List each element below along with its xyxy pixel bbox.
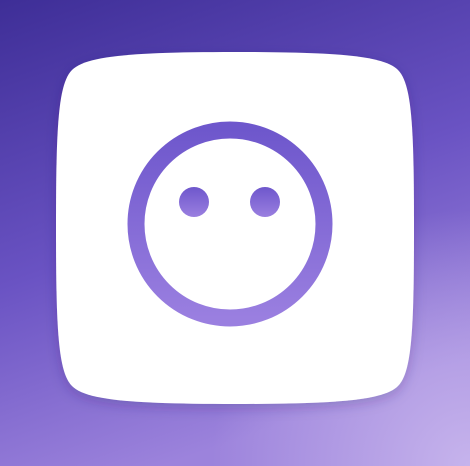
app-icon-wallpaper — [0, 0, 470, 466]
smiley-face-icon — [56, 52, 414, 404]
app-icon-button[interactable] — [0, 0, 470, 466]
right-eye — [250, 187, 280, 217]
left-eye — [179, 187, 209, 217]
icon-tile — [56, 52, 414, 404]
